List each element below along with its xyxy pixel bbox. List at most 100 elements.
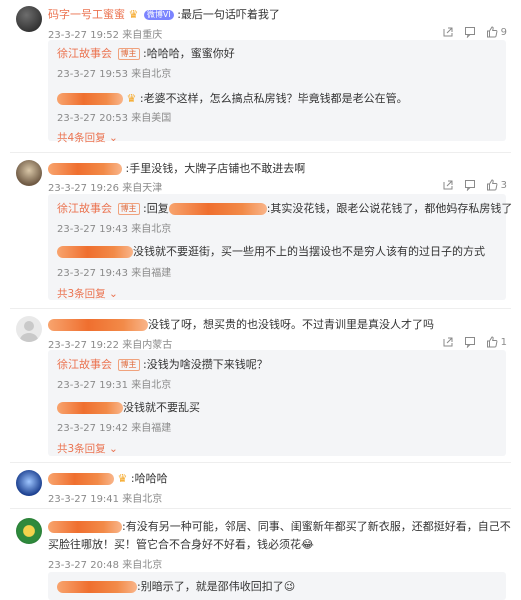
reply-time: 23-3-27 20:53 bbox=[57, 113, 129, 124]
avatar[interactable] bbox=[16, 470, 42, 496]
more-replies-label: 共3条回复 bbox=[57, 443, 106, 455]
reply-meta: 23-3-27 19:42 来自福建 bbox=[57, 419, 171, 434]
comment-text-line2: 买脸往哪放！买！管它合不合身好不好看，钱必须花😂 bbox=[48, 538, 314, 551]
comment-text: :哈哈哈 bbox=[130, 472, 168, 485]
comment-icon[interactable] bbox=[464, 179, 476, 191]
more-replies-link[interactable]: 共4条回复 ⌄ bbox=[57, 130, 118, 145]
redacted-username bbox=[48, 163, 122, 175]
default-avatar-icon bbox=[19, 321, 39, 342]
comment-header: :有没有另一种可能，邻居、同事、闺蜜新年都买了新衣服，还都挺好看，自己不 bbox=[48, 518, 511, 534]
reply-text: 没钱就不要逛街，买一些用不上的当摆设也不是穷人该有的过日子的方式 bbox=[133, 245, 485, 258]
reply-time: 23-3-27 19:53 bbox=[57, 69, 129, 80]
reply-author[interactable]: 徐江故事会 bbox=[57, 202, 112, 215]
crown-icon: ♛ bbox=[128, 8, 139, 21]
author-badge: 博主 bbox=[117, 359, 140, 371]
share-icon[interactable] bbox=[442, 26, 454, 38]
reply-text: :其实没花钱，跟老公说花钱了，都他妈存私房钱了 bbox=[266, 202, 513, 215]
like-button[interactable]: 9 bbox=[486, 26, 507, 38]
author-badge: 博主 bbox=[117, 203, 140, 215]
reply-prefix: :回复 bbox=[143, 202, 169, 215]
comment-text: 没钱了呀，想买贵的也没钱呀。不过青训里是真没人才了吗 bbox=[148, 318, 434, 331]
reply-meta: 23-3-27 19:53 来自北京 bbox=[57, 65, 171, 80]
reply-meta: 23-3-27 19:43 来自福建 bbox=[57, 264, 171, 279]
avatar[interactable] bbox=[16, 316, 42, 342]
thumbs-up-icon bbox=[486, 179, 498, 191]
more-replies-link[interactable]: 共3条回复 ⌄ bbox=[57, 441, 118, 456]
reply-text: :别暗示了，就是邵伟收回扣了😉 bbox=[137, 580, 296, 593]
comment-actions: 3 bbox=[442, 179, 507, 191]
reply-location: 来自北京 bbox=[131, 224, 172, 235]
author-badge: 博主 bbox=[117, 48, 140, 60]
divider bbox=[10, 462, 511, 463]
comment-time: 23-3-27 19:26 bbox=[48, 183, 120, 194]
avatar[interactable] bbox=[16, 160, 42, 186]
reply-item: 徐江故事会 博主 :回复 :其实没花钱，跟老公说花钱了，都他妈存私房钱了 bbox=[57, 200, 512, 216]
chevron-down-icon: ⌄ bbox=[109, 443, 118, 455]
redacted-username bbox=[48, 319, 148, 331]
chevron-down-icon: ⌄ bbox=[109, 132, 118, 144]
comment-author[interactable]: 码字一号工蜜蜜 bbox=[48, 8, 125, 21]
thumbs-up-icon bbox=[486, 336, 498, 348]
reply-item: 徐江故事会 博主 :哈哈哈，蜜蜜你好 bbox=[57, 45, 235, 61]
comment-time: 23-3-27 20:48 bbox=[48, 560, 120, 571]
reply-time: 23-3-27 19:43 bbox=[57, 224, 129, 235]
reply-text: :没钱为啥没攒下来钱呢？ bbox=[143, 358, 268, 371]
reply-meta: 23-3-27 19:43 来自北京 bbox=[57, 220, 171, 235]
redacted-username bbox=[168, 203, 267, 215]
reply-text: :哈哈哈，蜜蜜你好 bbox=[143, 47, 235, 60]
avatar[interactable] bbox=[16, 518, 42, 544]
reply-item: 没钱就不要逛街，买一些用不上的当摆设也不是穷人该有的过日子的方式 bbox=[57, 243, 485, 259]
chevron-down-icon: ⌄ bbox=[109, 288, 118, 300]
like-button[interactable]: 1 bbox=[486, 336, 507, 348]
comment-icon[interactable] bbox=[464, 26, 476, 38]
share-icon[interactable] bbox=[442, 336, 454, 348]
reply-text: :老婆不这样，怎么搞点私房钱？毕竟钱都是老公在管。 bbox=[139, 92, 408, 105]
reply-item: 徐江故事会 博主 :没钱为啥没攒下来钱呢？ bbox=[57, 356, 268, 372]
comment-header: ♛ :哈哈哈 bbox=[48, 470, 168, 486]
reply-item: :别暗示了，就是邵伟收回扣了😉 bbox=[57, 578, 295, 594]
reply-author[interactable]: 徐江故事会 bbox=[57, 358, 112, 371]
vip-badge: 微博VI bbox=[143, 10, 174, 20]
reply-author[interactable]: 徐江故事会 bbox=[57, 47, 112, 60]
comment-time: 23-3-27 19:41 bbox=[48, 494, 120, 505]
comment-meta: 23-3-27 19:22 来自内蒙古 bbox=[48, 336, 172, 351]
comment-meta: 23-3-27 19:26 来自天津 bbox=[48, 179, 162, 194]
more-replies-link[interactable]: 共3条回复 ⌄ bbox=[57, 286, 118, 301]
avatar[interactable] bbox=[16, 6, 42, 32]
comment-text: :手里没钱，大牌子店铺也不敢进去啊 bbox=[125, 162, 306, 175]
redacted-username bbox=[48, 521, 122, 533]
reply-time: 23-3-27 19:42 bbox=[57, 423, 129, 434]
reply-time: 23-3-27 19:43 bbox=[57, 268, 129, 279]
divider bbox=[10, 508, 511, 509]
comment-header: 码字一号工蜜蜜 ♛ 微博VI :最后一句话吓着我了 bbox=[48, 6, 280, 22]
more-replies-label: 共4条回复 bbox=[57, 132, 106, 144]
divider bbox=[10, 152, 511, 153]
comment-header: 没钱了呀，想买贵的也没钱呀。不过青训里是真没人才了吗 bbox=[48, 316, 434, 332]
like-button[interactable]: 3 bbox=[486, 179, 507, 191]
reply-location: 来自福建 bbox=[131, 268, 172, 279]
crown-icon: ♛ bbox=[117, 472, 128, 485]
comment-actions: 9 bbox=[442, 26, 507, 38]
reply-item: 没钱就不要乱买 bbox=[57, 399, 200, 415]
comment-meta: 23-3-27 20:48 来自北京 bbox=[48, 556, 162, 571]
reply-time: 23-3-27 19:31 bbox=[57, 380, 129, 391]
comment-text-line1: :有没有另一种可能，邻居、同事、闺蜜新年都买了新衣服，还都挺好看，自己不 bbox=[122, 520, 511, 533]
comment-actions: 1 bbox=[442, 336, 507, 348]
comment-location: 来自北京 bbox=[122, 494, 163, 505]
reply-location: 来自北京 bbox=[131, 69, 172, 80]
comment-meta: 23-3-27 19:52 来自重庆 bbox=[48, 26, 162, 41]
reply-meta: 23-3-27 19:31 来自北京 bbox=[57, 376, 171, 391]
redacted-username bbox=[57, 246, 133, 258]
comment-icon[interactable] bbox=[464, 336, 476, 348]
redacted-username bbox=[57, 581, 137, 593]
reply-location: 来自福建 bbox=[131, 423, 172, 434]
divider bbox=[10, 308, 511, 309]
reply-meta: 23-3-27 20:53 来自美国 bbox=[57, 109, 171, 124]
share-icon[interactable] bbox=[442, 179, 454, 191]
reply-text: 没钱就不要乱买 bbox=[123, 401, 200, 414]
redacted-username bbox=[57, 93, 123, 105]
comment-location: 来自北京 bbox=[122, 560, 163, 571]
like-count: 1 bbox=[500, 336, 507, 348]
reply-location: 来自北京 bbox=[131, 380, 172, 391]
like-count: 3 bbox=[500, 179, 507, 191]
